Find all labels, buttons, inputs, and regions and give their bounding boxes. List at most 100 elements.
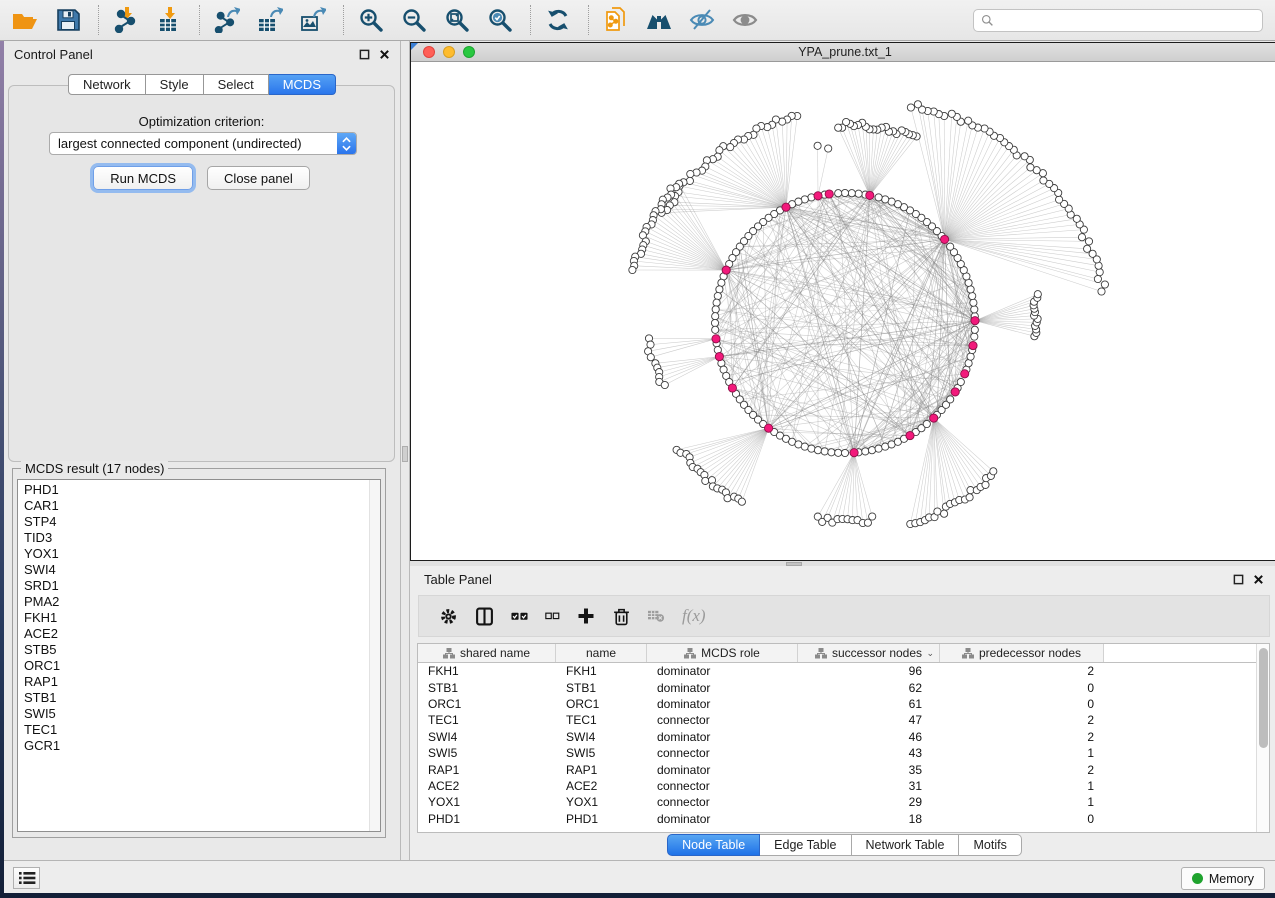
result-node-item[interactable]: TEC1: [18, 722, 368, 738]
float-panel-icon[interactable]: [359, 49, 370, 60]
binoculars-icon[interactable]: [644, 5, 674, 35]
zoom-fit-icon[interactable]: [442, 5, 472, 35]
splitter-grip[interactable]: [402, 446, 408, 462]
cell-predecessor-nodes: 2: [940, 763, 1104, 777]
import-network-icon[interactable]: [111, 5, 141, 35]
close-panel-icon[interactable]: [379, 49, 390, 60]
result-node-item[interactable]: RAP1: [18, 674, 368, 690]
hide-details-icon[interactable]: [687, 5, 717, 35]
result-node-item[interactable]: PMA2: [18, 594, 368, 610]
column-header-successor-nodes[interactable]: successor nodes⌄: [798, 644, 940, 662]
column-header-name[interactable]: name: [556, 644, 647, 662]
cell-name: TEC1: [556, 713, 647, 727]
cell-name: RAP1: [556, 763, 647, 777]
search-box[interactable]: [973, 9, 1263, 32]
deselect-all-icon[interactable]: [545, 609, 560, 624]
table-row[interactable]: ORC1ORC1dominator610: [418, 696, 1269, 712]
result-node-item[interactable]: ACE2: [18, 626, 368, 642]
table-scrollbar[interactable]: [1256, 644, 1269, 832]
export-network-icon[interactable]: [212, 5, 242, 35]
cell-successor-nodes: 62: [798, 681, 940, 695]
splitter-grip[interactable]: [786, 562, 802, 566]
status-list-button[interactable]: [13, 867, 40, 889]
share-document-icon[interactable]: [601, 5, 631, 35]
cell-shared-name: SWI4: [418, 730, 556, 744]
zoom-selected-icon[interactable]: [485, 5, 515, 35]
cell-name: ORC1: [556, 697, 647, 711]
result-list-scrollbar[interactable]: [369, 480, 380, 831]
table-row[interactable]: STB1STB1dominator620: [418, 679, 1269, 695]
result-node-item[interactable]: GCR1: [18, 738, 368, 754]
table-row[interactable]: ACE2ACE2connector311: [418, 778, 1269, 794]
table-settings-icon[interactable]: [439, 607, 458, 626]
zoom-in-icon[interactable]: [356, 5, 386, 35]
result-node-item[interactable]: STP4: [18, 514, 368, 530]
zoom-out-icon[interactable]: [399, 5, 429, 35]
cell-MCDS-role: dominator: [647, 664, 798, 678]
table-header-row[interactable]: shared namenameMCDS rolesuccessor nodes⌄…: [418, 644, 1269, 663]
memory-button[interactable]: Memory: [1181, 867, 1265, 890]
node-table[interactable]: shared namenameMCDS rolesuccessor nodes⌄…: [417, 643, 1270, 833]
table-row[interactable]: FKH1FKH1dominator962: [418, 663, 1269, 679]
result-node-item[interactable]: FKH1: [18, 610, 368, 626]
result-node-item[interactable]: ORC1: [18, 658, 368, 674]
show-details-icon[interactable]: [730, 5, 760, 35]
app-body: Control Panel NetworkStyleSelectMCDS Opt…: [4, 41, 1275, 860]
refresh-layout-icon[interactable]: [543, 5, 573, 35]
tab-network[interactable]: Network: [68, 74, 146, 95]
vertical-splitter[interactable]: [400, 41, 410, 860]
column-header-predecessor-nodes[interactable]: predecessor nodes: [940, 644, 1104, 662]
table-row[interactable]: TEC1TEC1connector472: [418, 712, 1269, 728]
tab-node-table[interactable]: Node Table: [667, 834, 760, 856]
table-panel: Table Panel f(x) shared namenameMCDS rol…: [410, 566, 1275, 860]
column-header-MCDS-role[interactable]: MCDS role: [647, 644, 798, 662]
open-file-icon[interactable]: [10, 5, 40, 35]
export-image-icon[interactable]: [298, 5, 328, 35]
tab-network-table[interactable]: Network Table: [852, 834, 960, 856]
mcds-result-list[interactable]: PHD1CAR1STP4TID3YOX1SWI4SRD1PMA2FKH1ACE2…: [17, 479, 381, 832]
result-node-item[interactable]: CAR1: [18, 498, 368, 514]
close-panel-icon[interactable]: [1253, 574, 1264, 585]
table-row[interactable]: SWI5SWI5connector431: [418, 745, 1269, 761]
table-row[interactable]: SWI4SWI4dominator462: [418, 729, 1269, 745]
table-row[interactable]: RAP1RAP1dominator352: [418, 761, 1269, 777]
export-table-icon[interactable]: [255, 5, 285, 35]
close-panel-button[interactable]: Close panel: [207, 166, 310, 190]
cell-predecessor-nodes: 0: [940, 681, 1104, 695]
import-table-icon[interactable]: [154, 5, 184, 35]
search-input[interactable]: [999, 10, 1262, 31]
show-columns-icon[interactable]: [475, 607, 494, 626]
table-row[interactable]: YOX1YOX1connector291: [418, 794, 1269, 810]
result-node-item[interactable]: SWI5: [18, 706, 368, 722]
network-window-titlebar[interactable]: YPA_prune.txt_1: [411, 43, 1275, 62]
result-node-item[interactable]: SWI4: [18, 562, 368, 578]
tab-select[interactable]: Select: [204, 74, 269, 95]
search-icon: [981, 14, 994, 27]
add-icon[interactable]: [577, 607, 595, 625]
delete-icon[interactable]: [612, 607, 631, 626]
toolbar-separator: [343, 5, 344, 35]
cell-MCDS-role: connector: [647, 713, 798, 727]
float-panel-icon[interactable]: [1233, 574, 1244, 585]
criterion-dropdown[interactable]: largest connected component (undirected): [49, 132, 357, 155]
result-node-item[interactable]: SRD1: [18, 578, 368, 594]
result-node-item[interactable]: TID3: [18, 530, 368, 546]
result-node-item[interactable]: STB5: [18, 642, 368, 658]
result-node-item[interactable]: PHD1: [18, 482, 368, 498]
save-session-icon[interactable]: [53, 5, 83, 35]
scrollbar-thumb[interactable]: [1259, 648, 1268, 748]
cell-shared-name: TEC1: [418, 713, 556, 727]
tab-edge-table[interactable]: Edge Table: [760, 834, 851, 856]
network-graph[interactable]: [411, 62, 1275, 560]
result-node-item[interactable]: YOX1: [18, 546, 368, 562]
select-all-icon[interactable]: [511, 608, 528, 625]
result-node-item[interactable]: STB1: [18, 690, 368, 706]
network-canvas[interactable]: [411, 62, 1275, 560]
table-row[interactable]: PHD1PHD1dominator180: [418, 811, 1269, 827]
cell-shared-name: PHD1: [418, 812, 556, 826]
column-header-shared-name[interactable]: shared name: [418, 644, 556, 662]
tab-style[interactable]: Style: [146, 74, 204, 95]
tab-motifs[interactable]: Motifs: [959, 834, 1021, 856]
run-mcds-button[interactable]: Run MCDS: [93, 166, 193, 190]
tab-mcds[interactable]: MCDS: [269, 74, 336, 95]
